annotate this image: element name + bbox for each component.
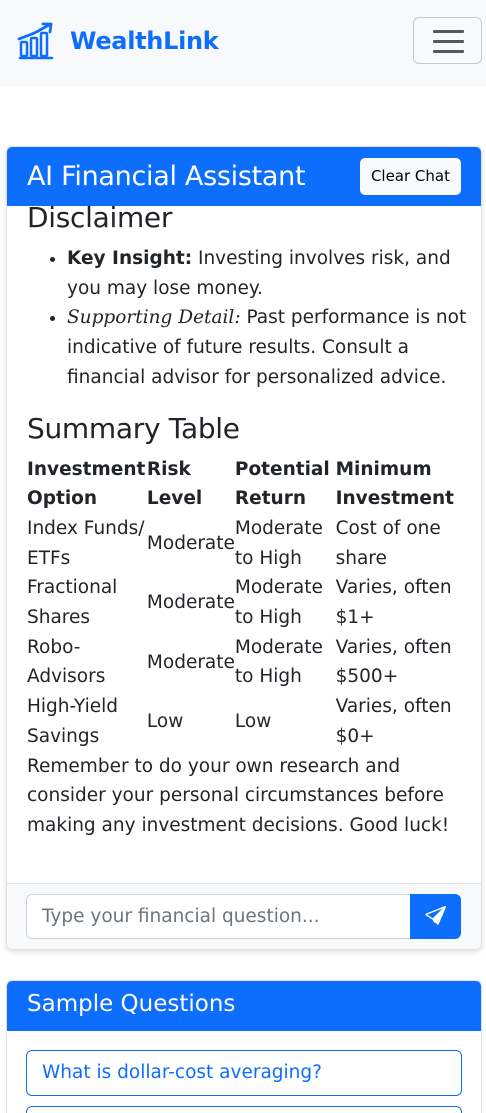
table-cell: Cost of one share [335, 517, 441, 569]
chat-card: AI Financial Assistant Clear Chat Discla… [6, 146, 482, 950]
table-cell: Low [146, 710, 184, 732]
list-item: Supporting Detail: Past performance is n… [67, 303, 467, 392]
table-cell: Varies, often $1+ [335, 577, 452, 629]
table-row: Robo-Advisors Moderate Moderate to High … [27, 633, 467, 692]
table-cell: Fractional Shares [27, 577, 118, 629]
menu-toggle-button[interactable] [413, 17, 482, 64]
list-item: Key Insight: Investing involves risk, an… [67, 244, 467, 303]
table-cell: Index Funds/ ETFs [27, 517, 145, 569]
assistant-message: Disclaimer Key Insight: Investing involv… [27, 206, 467, 841]
brand[interactable]: WealthLink [16, 22, 219, 60]
summary-table-heading: Summary Table [27, 411, 240, 445]
column-header: Investment Option [27, 458, 146, 510]
column-header: Minimum Investment [335, 458, 454, 510]
table-row: Index Funds/ ETFs Moderate Moderate to H… [27, 514, 467, 573]
growth-chart-icon [17, 22, 54, 60]
chat-input-bar [7, 883, 481, 949]
question-input[interactable] [26, 894, 412, 939]
sample-question-button[interactable]: What is dollar-cost averaging? [26, 1050, 462, 1096]
navbar: WealthLink [0, 0, 486, 87]
clear-chat-button[interactable]: Clear Chat [359, 158, 461, 195]
summary-table: Investment Option Risk Level Potential R… [27, 455, 467, 752]
sample-questions-title: Sample Questions [27, 991, 236, 1017]
table-cell: Moderate [146, 532, 235, 554]
table-cell: Robo-Advisors [27, 636, 106, 688]
disclaimer-heading: Disclaimer [27, 206, 173, 234]
sample-question-button[interactable] [26, 1106, 462, 1113]
table-cell: Low [234, 710, 272, 732]
table-cell: Moderate [146, 592, 235, 614]
table-cell: Moderate to High [234, 517, 323, 569]
closing-text: Remember to do your own research and con… [27, 755, 450, 836]
column-header: Potential Return [234, 458, 330, 510]
disclaimer-list: Key Insight: Investing involves risk, an… [67, 244, 467, 393]
table-cell: High-Yield Savings [27, 696, 119, 747]
table-header-row: Investment Option Risk Level Potential R… [27, 455, 467, 514]
chat-messages[interactable]: Disclaimer Key Insight: Investing involv… [7, 206, 481, 883]
table-cell: Varies, often $0+ [335, 696, 452, 747]
sample-questions-header: Sample Questions [7, 981, 481, 1031]
hamburger-icon [433, 30, 464, 33]
chat-header: AI Financial Assistant Clear Chat [7, 147, 481, 206]
table-row: Fractional Shares Moderate Moderate to H… [27, 573, 467, 632]
chat-title: AI Financial Assistant [27, 161, 306, 192]
column-header: Risk Level [146, 458, 203, 510]
sample-questions-card: Sample Questions What is dollar-cost ave… [6, 980, 482, 1113]
table-cell: Moderate [146, 651, 235, 673]
table-cell: Moderate to High [234, 636, 323, 688]
table-row: High-Yield Savings Low Low Varies, often… [27, 692, 467, 751]
send-button[interactable] [410, 894, 461, 939]
table-cell: Moderate to High [234, 577, 323, 629]
table-cell: Varies, often $500+ [335, 636, 452, 688]
paper-plane-icon [425, 906, 446, 925]
brand-name: WealthLink [70, 27, 219, 55]
